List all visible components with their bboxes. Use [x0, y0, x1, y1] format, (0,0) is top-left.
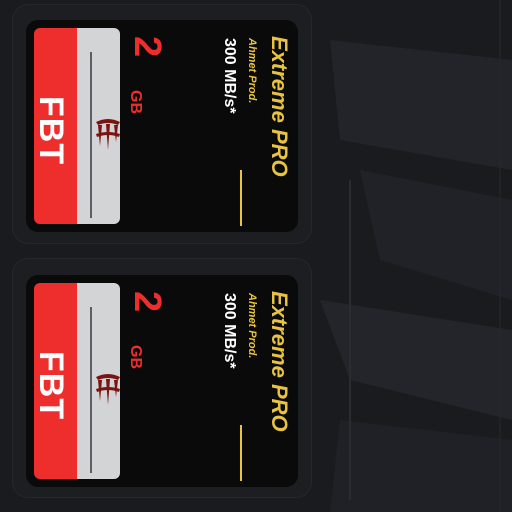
card-label-1: FBT — [34, 28, 120, 224]
capacity-unit: GB — [127, 345, 144, 369]
label-code: FBT — [34, 351, 70, 421]
brand-name: Ahmet Prod. — [246, 38, 258, 104]
capacity-number: 2 — [126, 36, 168, 58]
dripping-mark-icon — [96, 119, 120, 150]
product-name: Extreme PRO — [267, 291, 292, 432]
speed-rating: 300 MB/s* — [221, 293, 238, 369]
memory-card-2: FBT 2 GB 300 MB/s* Ahmet Prod. Extreme P… — [26, 275, 298, 487]
card-label-2: FBT — [34, 283, 120, 479]
capacity-number: 2 — [126, 291, 168, 313]
speed-rating: 300 MB/s* — [221, 38, 238, 114]
gold-accent-line — [240, 425, 242, 481]
gold-accent-line — [240, 170, 242, 226]
dripping-mark-icon — [96, 374, 120, 405]
brand-name: Ahmet Prod. — [246, 293, 258, 359]
capacity-unit: GB — [127, 90, 144, 114]
label-code: FBT — [34, 96, 70, 166]
product-name: Extreme PRO — [267, 36, 292, 177]
memory-card-1: FBT 2 GB 300 MB/s* Ahmet Prod. Extreme P… — [26, 20, 298, 232]
memory-card-sheet: FBT 2 GB 300 MB/s* Ahmet Prod. Extreme P… — [0, 0, 512, 512]
